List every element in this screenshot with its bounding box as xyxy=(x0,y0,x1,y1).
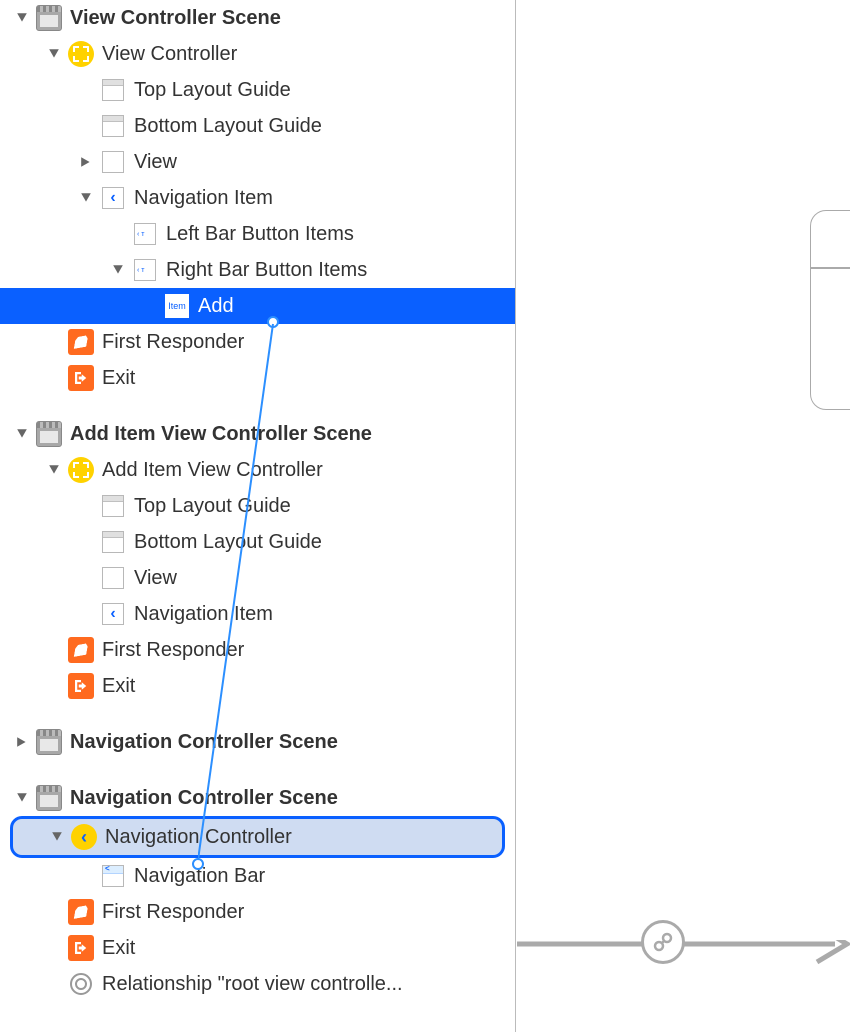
row-label: Exit xyxy=(102,367,135,390)
left-bar-button-items-row[interactable]: ‹ ᴛ Left Bar Button Items xyxy=(0,216,515,252)
disclosure-triangle-icon[interactable] xyxy=(110,262,126,278)
scene-row[interactable]: Navigation Controller Scene xyxy=(0,724,515,760)
disclosure-triangle-icon[interactable] xyxy=(46,462,62,478)
bar-button-items-icon: ‹ ᴛ xyxy=(132,221,158,247)
disclosure-triangle-icon[interactable] xyxy=(78,190,94,206)
bar-button-item-icon: Item xyxy=(164,293,190,319)
scene-row[interactable]: View Controller Scene xyxy=(0,0,515,36)
scene-label: Navigation Controller Scene xyxy=(70,787,338,810)
row-label: View xyxy=(134,151,177,174)
row-label: View xyxy=(134,567,177,590)
canvas-area[interactable] xyxy=(517,0,850,1032)
exit-icon xyxy=(68,365,94,391)
bottom-layout-guide-row[interactable]: Bottom Layout Guide xyxy=(0,524,515,560)
bottom-layout-guide-row[interactable]: Bottom Layout Guide xyxy=(0,108,515,144)
first-responder-row[interactable]: First Responder xyxy=(0,324,515,360)
row-label: Navigation Item xyxy=(134,603,273,626)
row-label: Add xyxy=(198,295,234,318)
view-controller-icon xyxy=(68,457,94,483)
scene-icon xyxy=(36,785,62,811)
row-label: Exit xyxy=(102,937,135,960)
disclosure-triangle-icon[interactable] xyxy=(49,829,65,845)
navigation-controller-icon: ‹ xyxy=(71,824,97,850)
relationship-icon xyxy=(68,971,94,997)
row-label: Right Bar Button Items xyxy=(166,259,367,282)
first-responder-row[interactable]: First Responder xyxy=(0,632,515,668)
row-label: Bottom Layout Guide xyxy=(134,531,322,554)
top-layout-guide-row[interactable]: Top Layout Guide xyxy=(0,488,515,524)
scene-label: View Controller Scene xyxy=(70,7,281,30)
disclosure-triangle-icon[interactable] xyxy=(78,154,94,170)
top-layout-guide-row[interactable]: Top Layout Guide xyxy=(0,72,515,108)
navigation-item-icon: ‹ xyxy=(100,601,126,627)
row-label: Exit xyxy=(102,675,135,698)
row-label: Add Item View Controller xyxy=(102,459,323,482)
navigation-item-row[interactable]: ‹ Navigation Item xyxy=(0,180,515,216)
disclosure-triangle-icon[interactable] xyxy=(14,10,30,26)
view-icon xyxy=(100,565,126,591)
layout-guide-icon xyxy=(100,77,126,103)
connection-start-dot xyxy=(267,316,279,328)
view-icon xyxy=(100,149,126,175)
canvas-storyboard-box[interactable] xyxy=(810,210,850,410)
disclosure-triangle-icon[interactable] xyxy=(14,734,30,750)
relationship-segue-row[interactable]: Relationship "root view controlle... xyxy=(0,966,515,1002)
row-label: View Controller xyxy=(102,43,237,66)
exit-row[interactable]: Exit xyxy=(0,668,515,704)
row-label: Navigation Controller xyxy=(105,826,292,849)
exit-icon xyxy=(68,673,94,699)
first-responder-icon xyxy=(68,637,94,663)
layout-guide-icon xyxy=(100,113,126,139)
document-outline-panel[interactable]: View Controller Scene View Controller To… xyxy=(0,0,516,1032)
scene-icon xyxy=(36,729,62,755)
right-bar-button-items-row[interactable]: ‹ ᴛ Right Bar Button Items xyxy=(0,252,515,288)
disclosure-triangle-icon[interactable] xyxy=(14,790,30,806)
exit-row[interactable]: Exit xyxy=(0,930,515,966)
first-responder-icon xyxy=(68,329,94,355)
layout-guide-icon xyxy=(100,529,126,555)
view-controller-row[interactable]: Add Item View Controller xyxy=(0,452,515,488)
scene-label: Navigation Controller Scene xyxy=(70,731,338,754)
navigation-bar-icon xyxy=(100,863,126,889)
view-row[interactable]: View xyxy=(0,144,515,180)
row-label: Top Layout Guide xyxy=(134,79,291,102)
row-label: Relationship "root view controlle... xyxy=(102,973,403,996)
add-bar-button-item-row[interactable]: Item Add xyxy=(0,288,515,324)
bar-button-items-icon: ‹ ᴛ xyxy=(132,257,158,283)
layout-guide-icon xyxy=(100,493,126,519)
navigation-controller-row[interactable]: ‹ Navigation Controller xyxy=(10,816,505,858)
first-responder-row[interactable]: First Responder xyxy=(0,894,515,930)
navigation-bar-row[interactable]: Navigation Bar xyxy=(0,858,515,894)
row-label: Bottom Layout Guide xyxy=(134,115,322,138)
segue-kind-icon[interactable] xyxy=(641,920,685,964)
connection-end-dot xyxy=(192,858,204,870)
navigation-item-row[interactable]: ‹ Navigation Item xyxy=(0,596,515,632)
scene-row[interactable]: Add Item View Controller Scene xyxy=(0,416,515,452)
navigation-item-icon: ‹ xyxy=(100,185,126,211)
view-controller-icon xyxy=(68,41,94,67)
scene-row[interactable]: Navigation Controller Scene xyxy=(0,780,515,816)
view-controller-row[interactable]: View Controller xyxy=(0,36,515,72)
row-label: Top Layout Guide xyxy=(134,495,291,518)
scene-icon xyxy=(36,421,62,447)
row-label: First Responder xyxy=(102,639,244,662)
disclosure-triangle-icon[interactable] xyxy=(14,426,30,442)
disclosure-triangle-icon[interactable] xyxy=(46,46,62,62)
view-row[interactable]: View xyxy=(0,560,515,596)
row-label: Navigation Item xyxy=(134,187,273,210)
exit-row[interactable]: Exit xyxy=(0,360,515,396)
scene-label: Add Item View Controller Scene xyxy=(70,423,372,446)
row-label: First Responder xyxy=(102,331,244,354)
first-responder-icon xyxy=(68,899,94,925)
row-label: Left Bar Button Items xyxy=(166,223,354,246)
row-label: First Responder xyxy=(102,901,244,924)
scene-icon xyxy=(36,5,62,31)
exit-icon xyxy=(68,935,94,961)
